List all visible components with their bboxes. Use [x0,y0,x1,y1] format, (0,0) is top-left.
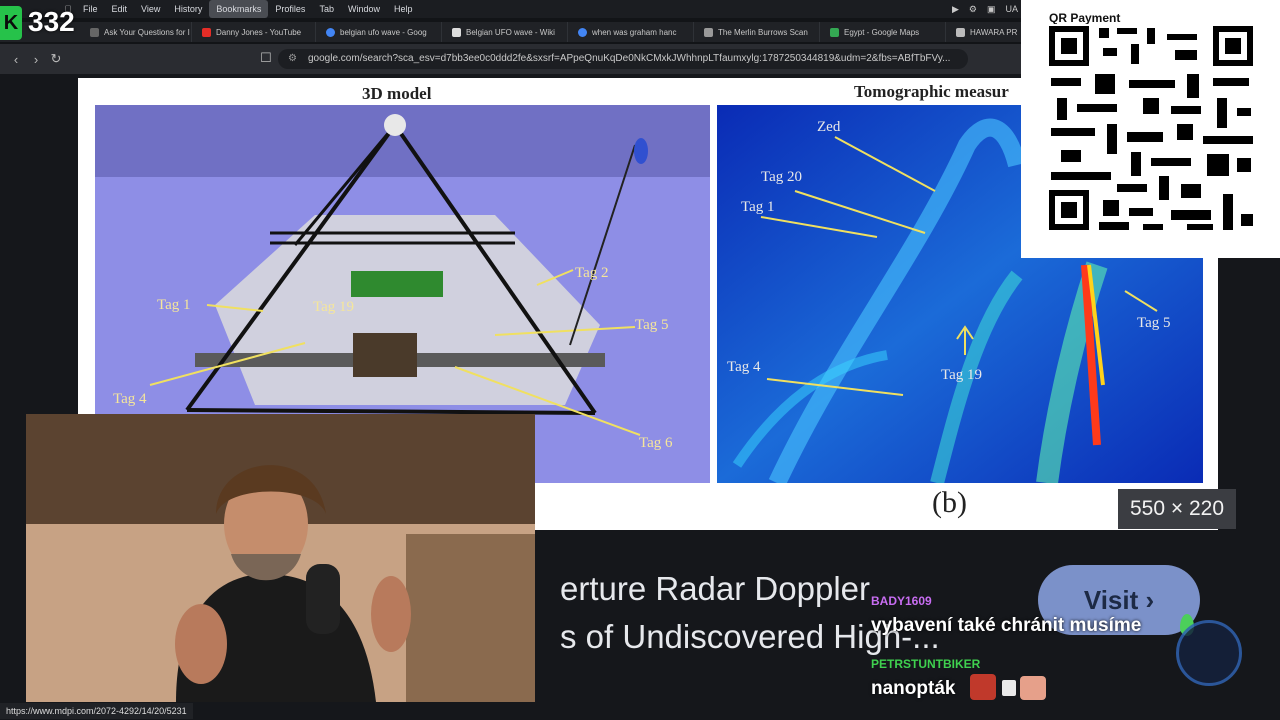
tag-label: Tag 6 [639,435,673,451]
favicon-icon [956,27,965,37]
forward-icon[interactable]: › [26,52,46,67]
favicon-icon [704,27,713,37]
input-source-label[interactable]: UA [1005,0,1018,18]
chevron-right-icon: › [1145,585,1155,615]
favicon-icon [90,27,99,37]
tag-label: Tag 2 [575,265,609,281]
address-text: google.com/search?sca_esv=d7bb3ee0c0ddd2… [308,53,951,64]
chat-message: vybavení také chránit musíme [871,615,1142,636]
viewer-count: 332 [28,6,75,37]
tag-label: Tag 1 [157,297,191,313]
browser-tab[interactable]: when was graham hanc [568,22,694,42]
site-info-icon: ⚙ [288,53,297,64]
tag-label: Tag 19 [313,299,355,315]
stream-screen:  File Edit View History Bookmarks Profi… [0,0,1280,720]
visit-label: Visit [1083,585,1139,615]
browser-tab[interactable]: Danny Jones - YouTube [192,22,316,42]
tag-label: Tag 4 [113,391,147,407]
menu-help[interactable]: Help [387,0,420,18]
emote-icon [970,674,996,700]
window-icon[interactable]: ▣ [987,0,996,18]
maps-icon [830,27,839,37]
tag-label: Tag 20 [761,169,803,185]
tag-label: Tag 5 [635,317,669,333]
qr-title: QR Payment [1049,11,1121,25]
bookmark-icon[interactable]: ☐ [256,50,276,66]
tag-label: Tag 19 [941,367,983,383]
browser-tab[interactable]: The Merlin Burrows Scan [694,22,820,42]
chat-username: PETRSTUNTBIKER [871,657,981,671]
chat-username: BADY1609 [871,594,932,608]
qr-code-icon [1047,24,1257,234]
webcam-image [26,414,535,702]
channel-logo-icon [1176,620,1242,686]
menu-window[interactable]: Window [341,0,387,18]
browser-tab[interactable]: Egypt - Google Maps [820,22,946,42]
browser-tab[interactable]: belgian ufo wave - Goog [316,22,442,42]
menubar-status: ▶ ⚙ ▣ UA [952,0,1018,18]
reload-icon[interactable]: ↻ [46,51,66,67]
menu-bookmarks[interactable]: Bookmarks [209,0,269,18]
emote-icon [1020,676,1046,700]
browser-tab[interactable]: Ask Your Questions for I [80,22,192,42]
address-bar[interactable]: ⚙ google.com/search?sca_esv=d7bb3ee0c0dd… [278,49,968,69]
google-icon [326,27,335,37]
chat-message: nanopták [871,678,956,699]
menu-view[interactable]: View [134,0,167,18]
play-icon[interactable]: ▶ [952,0,959,18]
result-title-line1[interactable]: erture Radar Doppler [560,570,870,608]
kick-logo: K [0,6,22,40]
back-icon[interactable]: ‹ [6,52,26,67]
wikipedia-icon [452,27,461,37]
tag-label: Tag 5 [1137,315,1171,331]
webcam-feed [26,414,535,702]
menu-tab[interactable]: Tab [312,0,341,18]
right-caption: Tomographic measur [854,82,1009,101]
menu-file[interactable]: File [76,0,105,18]
menu-edit[interactable]: Edit [105,0,135,18]
menu-profiles[interactable]: Profiles [268,0,312,18]
subfigure-label: (b) [932,486,967,519]
status-url: https://www.mdpi.com/2072-4292/14/20/523… [0,703,193,719]
youtube-icon [202,27,211,37]
left-caption: 3D model [362,84,432,103]
emote-icon [1002,680,1016,696]
tag-label: Tag 4 [727,359,761,375]
browser-tab[interactable]: Belgian UFO wave - Wiki [442,22,568,42]
tag-label: Zed [817,119,841,135]
google-icon [578,27,587,37]
tag-label: Tag 1 [741,199,775,215]
image-size-badge: 550 × 220 [1118,489,1236,529]
menu-history[interactable]: History [167,0,209,18]
qr-payment-panel: QR Payment [1021,0,1280,258]
settings-icon[interactable]: ⚙ [969,0,977,18]
